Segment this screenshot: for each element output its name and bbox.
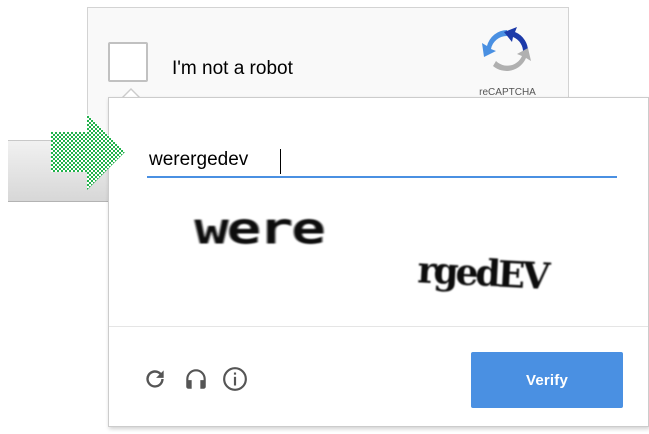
captcha-word-1: were — [194, 203, 324, 255]
headphones-icon[interactable] — [183, 366, 209, 392]
captcha-word-2: rgedEV — [416, 249, 552, 298]
arrow-right-icon — [51, 114, 125, 190]
recaptcha-logo-icon — [482, 27, 531, 71]
verify-button[interactable]: Verify — [471, 352, 623, 408]
captcha-image: were rgedEV — [194, 203, 552, 298]
challenge-popup: were rgedEV Verify — [108, 97, 649, 427]
not-robot-label: I'm not a robot — [172, 58, 293, 79]
reload-icon[interactable] — [142, 366, 168, 392]
captcha-answer-input[interactable] — [147, 144, 617, 178]
text-caret — [280, 149, 281, 174]
info-icon[interactable] — [222, 366, 248, 392]
not-robot-checkbox[interactable] — [108, 42, 148, 82]
popup-divider — [109, 326, 648, 327]
